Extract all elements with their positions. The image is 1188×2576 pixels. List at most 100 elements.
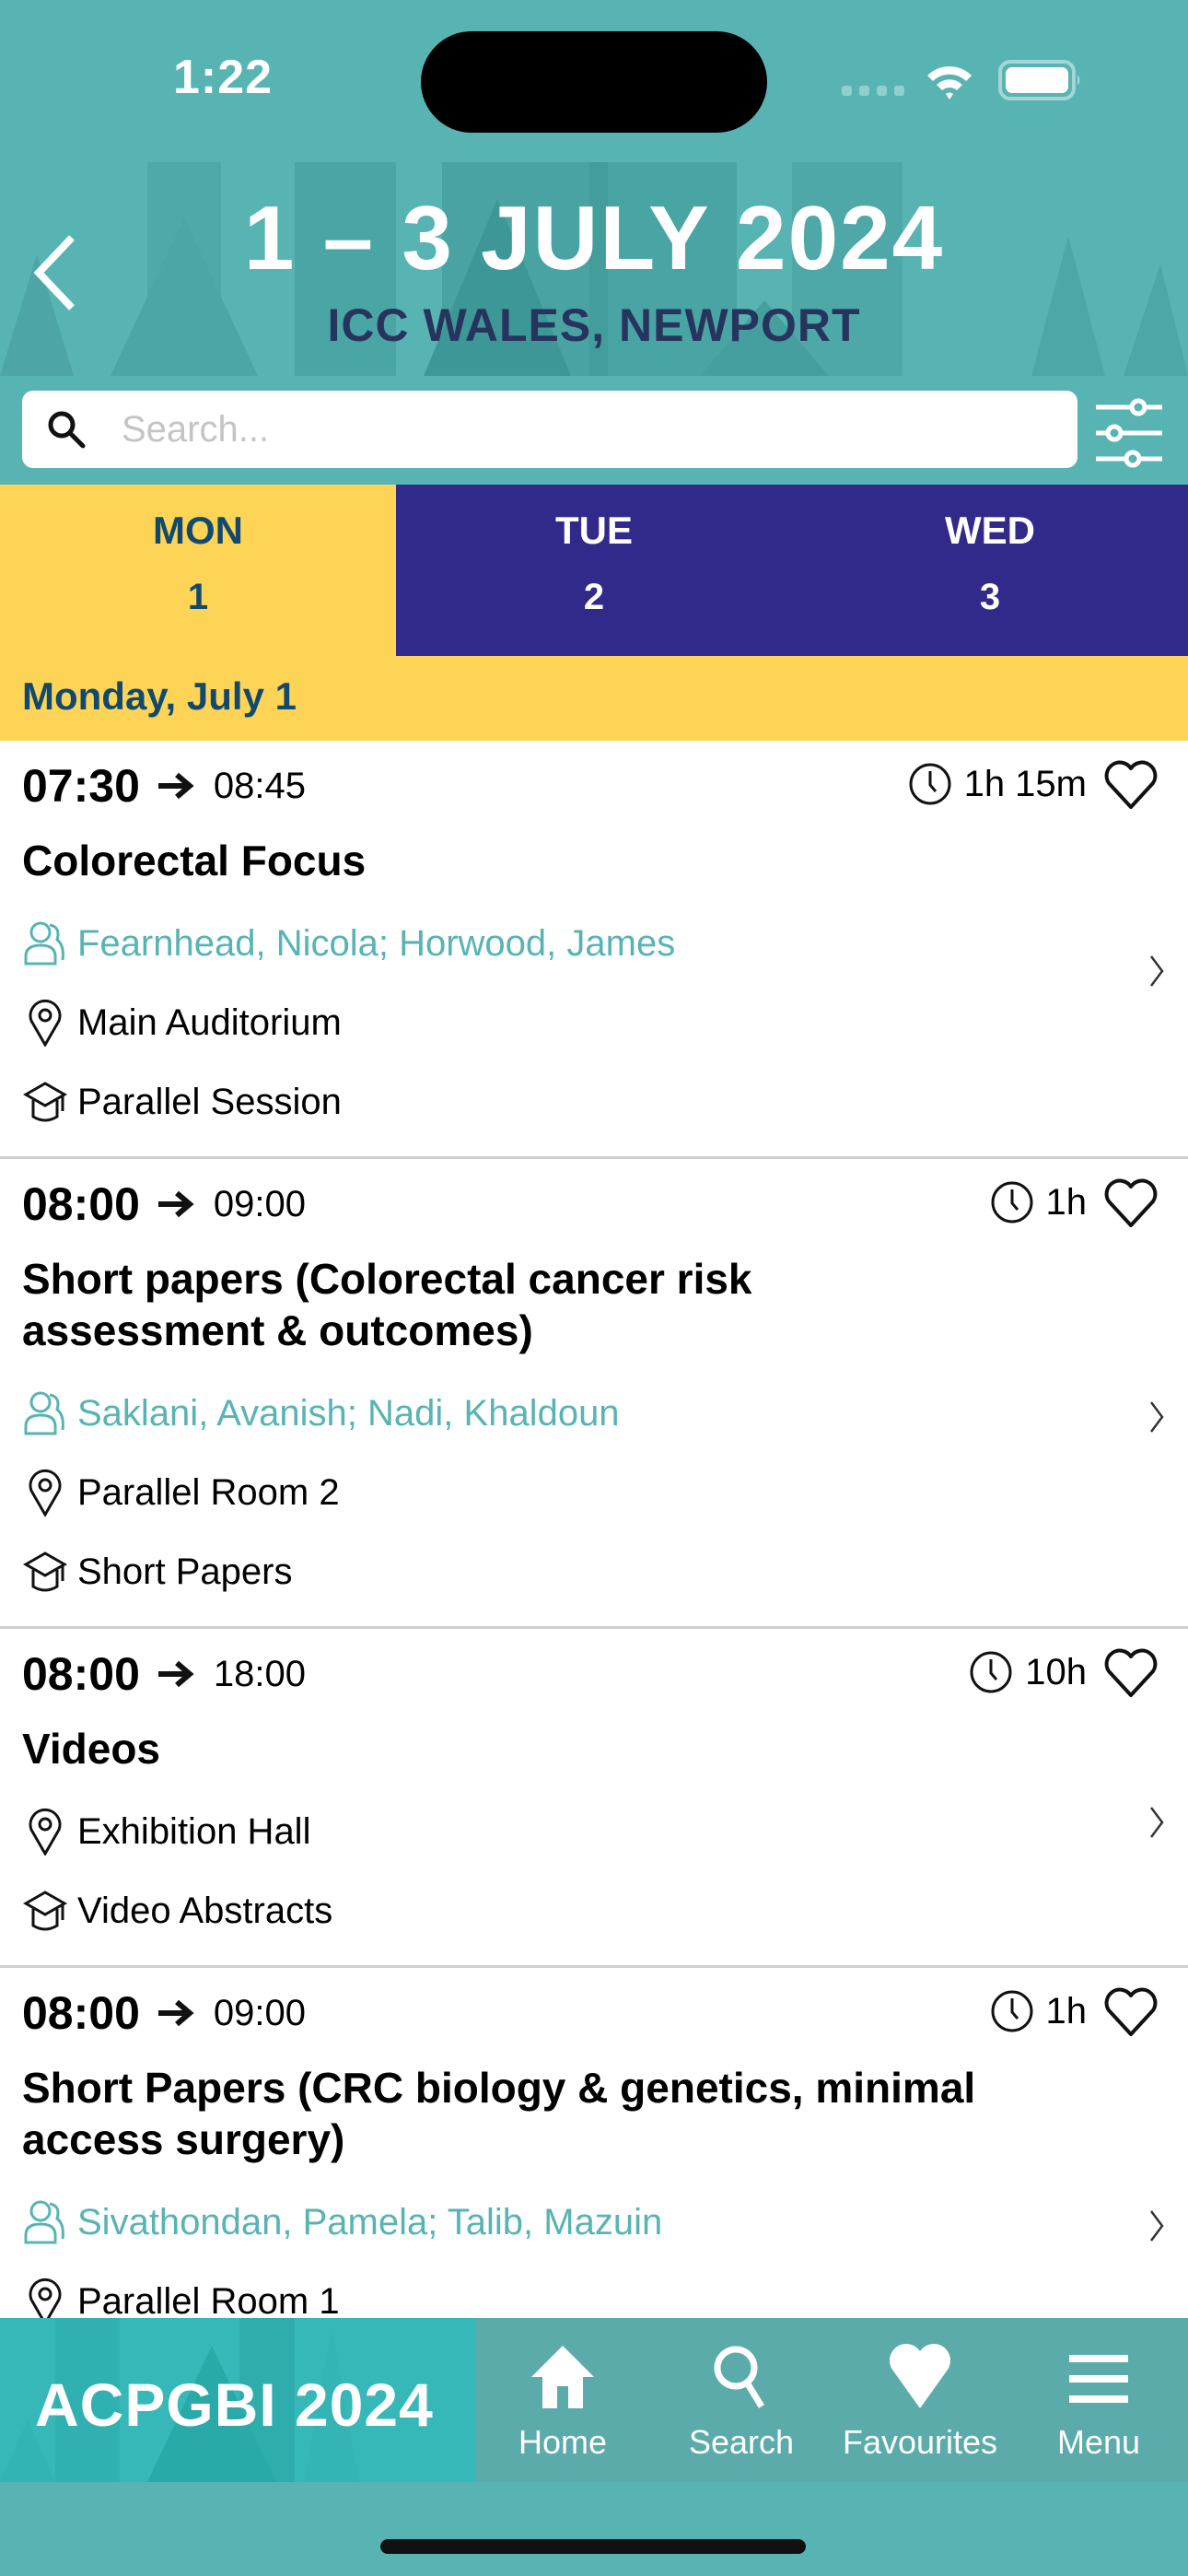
nav-home[interactable]: Home — [475, 2318, 650, 2482]
session-speakers[interactable]: Saklani, Avanish; Nadi, Khaldoun — [22, 1389, 620, 1437]
graduation-cap-icon — [22, 1891, 68, 1931]
tab-date-label: 2 — [583, 577, 605, 617]
start-time: 08:00 — [22, 1648, 140, 1700]
duration-label: 1h — [1045, 1181, 1088, 1223]
location-label: Parallel Room 2 — [77, 1471, 340, 1513]
clock-icon — [909, 763, 951, 805]
session-duration: 10h — [968, 1649, 1087, 1695]
session-title: Short papers (Colorectal cancer risk ass… — [22, 1255, 752, 1354]
tab-day-label: MON — [153, 509, 243, 552]
event-venue: ICC WALES, NEWPORT — [327, 299, 861, 351]
home-indicator-area — [0, 2482, 1188, 2576]
tab-wednesday[interactable]: WED 3 — [792, 485, 1188, 656]
location-pin-icon — [29, 1000, 62, 1047]
date-section-header: Monday, July 1 — [0, 656, 1188, 741]
favourite-heart-icon[interactable] — [1101, 1983, 1160, 2042]
nav-favourites[interactable]: Favourites — [833, 2318, 1007, 2482]
start-time: 08:00 — [22, 1178, 140, 1230]
heart-icon — [889, 2344, 951, 2408]
location-label: Main Auditorium — [77, 1001, 342, 1043]
tab-day-label: TUE — [555, 509, 633, 552]
session-list[interactable]: 07:30 08:45 1h 15m Colorectal Focus Fear… — [0, 741, 1188, 2318]
home-indicator[interactable] — [380, 2539, 806, 2554]
arrow-right-icon — [157, 1660, 194, 1688]
bottom-nav: ACPGBI 2024 Home Search Favourites Menu — [0, 2318, 1188, 2482]
session-item[interactable]: 08:00 09:00 1h Short papers (Colorectal … — [0, 1159, 1188, 1629]
search-input[interactable] — [122, 408, 1077, 451]
session-duration: 1h — [989, 1988, 1088, 2034]
speakers-icon — [24, 1391, 64, 1435]
nav-search-label: Search — [688, 2423, 795, 2461]
search-icon — [48, 411, 86, 449]
location-pin-icon — [29, 1469, 62, 1516]
favourite-heart-icon[interactable] — [1101, 1644, 1160, 1703]
session-title: Short Papers (CRC biology & genetics, mi… — [22, 2064, 976, 2163]
clock-icon — [991, 1181, 1032, 1224]
day-tabs: MON 1 TUE 2 WED 3 — [0, 485, 1188, 656]
session-location: Parallel Room 2 — [22, 1469, 340, 1516]
favourite-heart-icon[interactable] — [1101, 1174, 1160, 1233]
location-pin-icon — [29, 2278, 62, 2318]
speakers-label: Saklani, Avanish; Nadi, Khaldoun — [77, 1392, 620, 1434]
session-type-label: Short Papers — [77, 1551, 293, 1592]
duration-label: 1h — [1045, 1990, 1088, 2032]
speakers-label: Sivathondan, Pamela; Talib, Mazuin — [77, 2201, 663, 2242]
session-speakers[interactable]: Fearnhead, Nicola; Horwood, James — [22, 919, 675, 967]
session-times: 08:00 09:00 — [22, 1177, 306, 1231]
nav-search[interactable]: Search — [654, 2318, 829, 2482]
search-box[interactable] — [22, 391, 1077, 468]
end-time: 08:45 — [213, 765, 306, 806]
session-times: 08:00 18:00 — [22, 1647, 306, 1701]
clock-icon — [991, 1990, 1032, 2032]
home-icon — [531, 2346, 594, 2408]
chevron-right-icon[interactable] — [1147, 953, 1166, 989]
date-section-label: Monday, July 1 — [22, 674, 297, 718]
session-item[interactable]: 08:00 09:00 1h Short Papers (CRC biology… — [0, 1968, 1188, 2318]
cellular-signal-icon — [842, 86, 904, 96]
session-type: Parallel Session — [22, 1078, 342, 1126]
session-item[interactable]: 07:30 08:45 1h 15m Colorectal Focus Fear… — [0, 741, 1188, 1159]
nav-favourites-label: Favourites — [842, 2423, 998, 2461]
session-item[interactable]: 08:00 18:00 10h Videos Exhibition Hall V… — [0, 1629, 1188, 1968]
start-time: 07:30 — [22, 760, 140, 812]
arrow-right-icon — [157, 1190, 194, 1218]
session-location: Exhibition Hall — [22, 1808, 310, 1856]
search-icon — [714, 2346, 764, 2408]
chevron-right-icon[interactable] — [1147, 2207, 1166, 2244]
session-times: 07:30 08:45 — [22, 759, 306, 813]
tab-date-label: 1 — [187, 577, 209, 617]
end-time: 09:00 — [213, 1183, 306, 1224]
location-pin-icon — [29, 1809, 62, 1856]
graduation-cap-icon — [22, 1082, 68, 1122]
chevron-right-icon[interactable] — [1147, 1399, 1166, 1435]
nav-menu[interactable]: Menu — [1011, 2318, 1186, 2482]
menu-icon — [1069, 2355, 1128, 2403]
speakers-icon — [24, 2200, 64, 2244]
tab-date-label: 3 — [979, 577, 1001, 617]
session-title: Videos — [22, 1725, 160, 1773]
chevron-right-icon[interactable] — [1147, 1804, 1166, 1841]
location-label: Exhibition Hall — [77, 1810, 311, 1852]
session-location: Parallel Room 1 — [22, 2277, 340, 2318]
end-time: 18:00 — [213, 1653, 306, 1694]
event-banner: 1 – 3 JULY 2024 ICC WALES, NEWPORT — [0, 162, 1188, 376]
graduation-cap-icon — [22, 1551, 68, 1592]
tab-tuesday[interactable]: TUE 2 — [396, 485, 792, 656]
battery-icon — [998, 60, 1080, 100]
session-duration: 1h 15m — [907, 761, 1087, 807]
filter-sliders-icon[interactable] — [1092, 396, 1166, 470]
clock-icon — [970, 1651, 1012, 1693]
session-type-label: Parallel Session — [77, 1081, 342, 1122]
brand-logo: ACPGBI 2024 — [0, 2318, 475, 2482]
arrow-right-icon — [157, 772, 194, 800]
start-time: 08:00 — [22, 1987, 140, 2039]
duration-label: 10h — [1025, 1651, 1087, 1692]
session-speakers[interactable]: Sivathondan, Pamela; Talib, Mazuin — [22, 2198, 662, 2246]
tab-monday[interactable]: MON 1 — [0, 485, 396, 656]
session-title: Colorectal Focus — [22, 837, 367, 884]
favourite-heart-icon[interactable] — [1101, 755, 1160, 814]
search-row — [0, 376, 1188, 485]
duration-label: 1h 15m — [963, 763, 1087, 804]
session-times: 08:00 09:00 — [22, 1986, 306, 2040]
arrow-right-icon — [157, 1999, 194, 2027]
